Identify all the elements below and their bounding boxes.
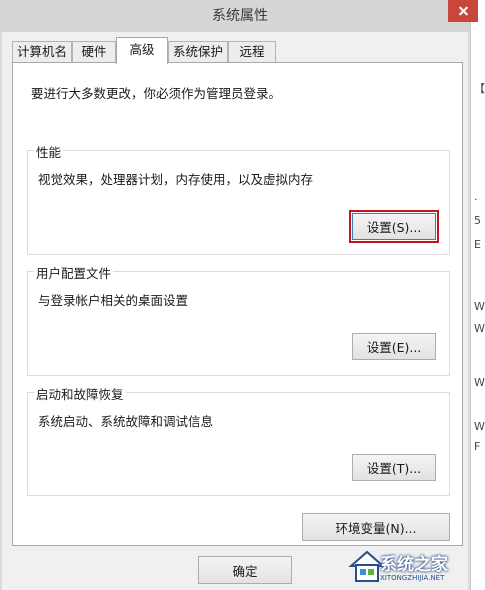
user-profiles-group: 用户配置文件 与登录帐户相关的桌面设置 设置(E)... bbox=[27, 263, 450, 376]
ok-button[interactable]: 确定 bbox=[198, 556, 292, 584]
dialog-client-area: 计算机名 硬件 高级 系统保护 远程 要进行大多数更改，你必须作为管理员登录。 … bbox=[2, 32, 468, 590]
background-text: F bbox=[474, 440, 481, 453]
tab-advanced[interactable]: 高级 bbox=[116, 37, 168, 64]
background-text: . bbox=[474, 190, 478, 203]
background-text: W bbox=[474, 420, 485, 433]
title-bar[interactable]: 系统属性 bbox=[0, 0, 470, 32]
background-text: 【 bbox=[474, 82, 485, 95]
user-profiles-group-title: 用户配置文件 bbox=[34, 263, 114, 282]
tab-remote[interactable]: 远程 bbox=[228, 41, 276, 62]
background-text: E bbox=[474, 238, 481, 251]
environment-variables-button[interactable]: 环境变量(N)... bbox=[302, 513, 450, 541]
watermark-brand: 系统之家 bbox=[380, 555, 448, 575]
background-text: W bbox=[474, 376, 485, 389]
startup-recovery-group: 启动和故障恢复 系统启动、系统故障和调试信息 设置(T)... bbox=[27, 384, 450, 496]
performance-group-title: 性能 bbox=[34, 142, 64, 161]
advanced-tab-page: 要进行大多数更改，你必须作为管理员登录。 性能 视觉效果，处理器计划，内存使用，… bbox=[12, 62, 463, 546]
performance-settings-button[interactable]: 设置(S)... bbox=[349, 210, 439, 243]
user-profiles-settings-button[interactable]: 设置(E)... bbox=[352, 333, 436, 360]
background-text: W bbox=[474, 322, 485, 335]
close-icon[interactable] bbox=[448, 0, 478, 22]
startup-recovery-settings-button[interactable]: 设置(T)... bbox=[352, 454, 436, 481]
user-profiles-description: 与登录帐户相关的桌面设置 bbox=[38, 293, 189, 308]
system-properties-dialog: 系统属性 计算机名 硬件 高级 系统保护 远程 要进行大多数更改，你必须作为管理… bbox=[0, 0, 478, 590]
watermark-url: XITONGZHIJIA.NET bbox=[380, 574, 445, 582]
startup-recovery-description: 系统启动、系统故障和调试信息 bbox=[38, 414, 214, 429]
tab-computer-name[interactable]: 计算机名 bbox=[12, 41, 72, 62]
performance-description: 视觉效果，处理器计划，内存使用，以及虚拟内存 bbox=[38, 172, 314, 187]
watermark-logo: 系统之家 XITONGZHIJIA.NET bbox=[347, 544, 485, 590]
performance-group: 性能 视觉效果，处理器计划，内存使用，以及虚拟内存 设置(S)... bbox=[27, 142, 450, 255]
admin-notice: 要进行大多数更改，你必须作为管理员登录。 bbox=[31, 86, 282, 101]
window-title: 系统属性 bbox=[212, 8, 268, 24]
tab-hardware[interactable]: 硬件 bbox=[72, 41, 116, 62]
background-text: W bbox=[474, 300, 485, 313]
tab-system-protection[interactable]: 系统保护 bbox=[168, 41, 228, 62]
startup-recovery-group-title: 启动和故障恢复 bbox=[34, 384, 126, 403]
background-text: 5 bbox=[474, 214, 481, 227]
